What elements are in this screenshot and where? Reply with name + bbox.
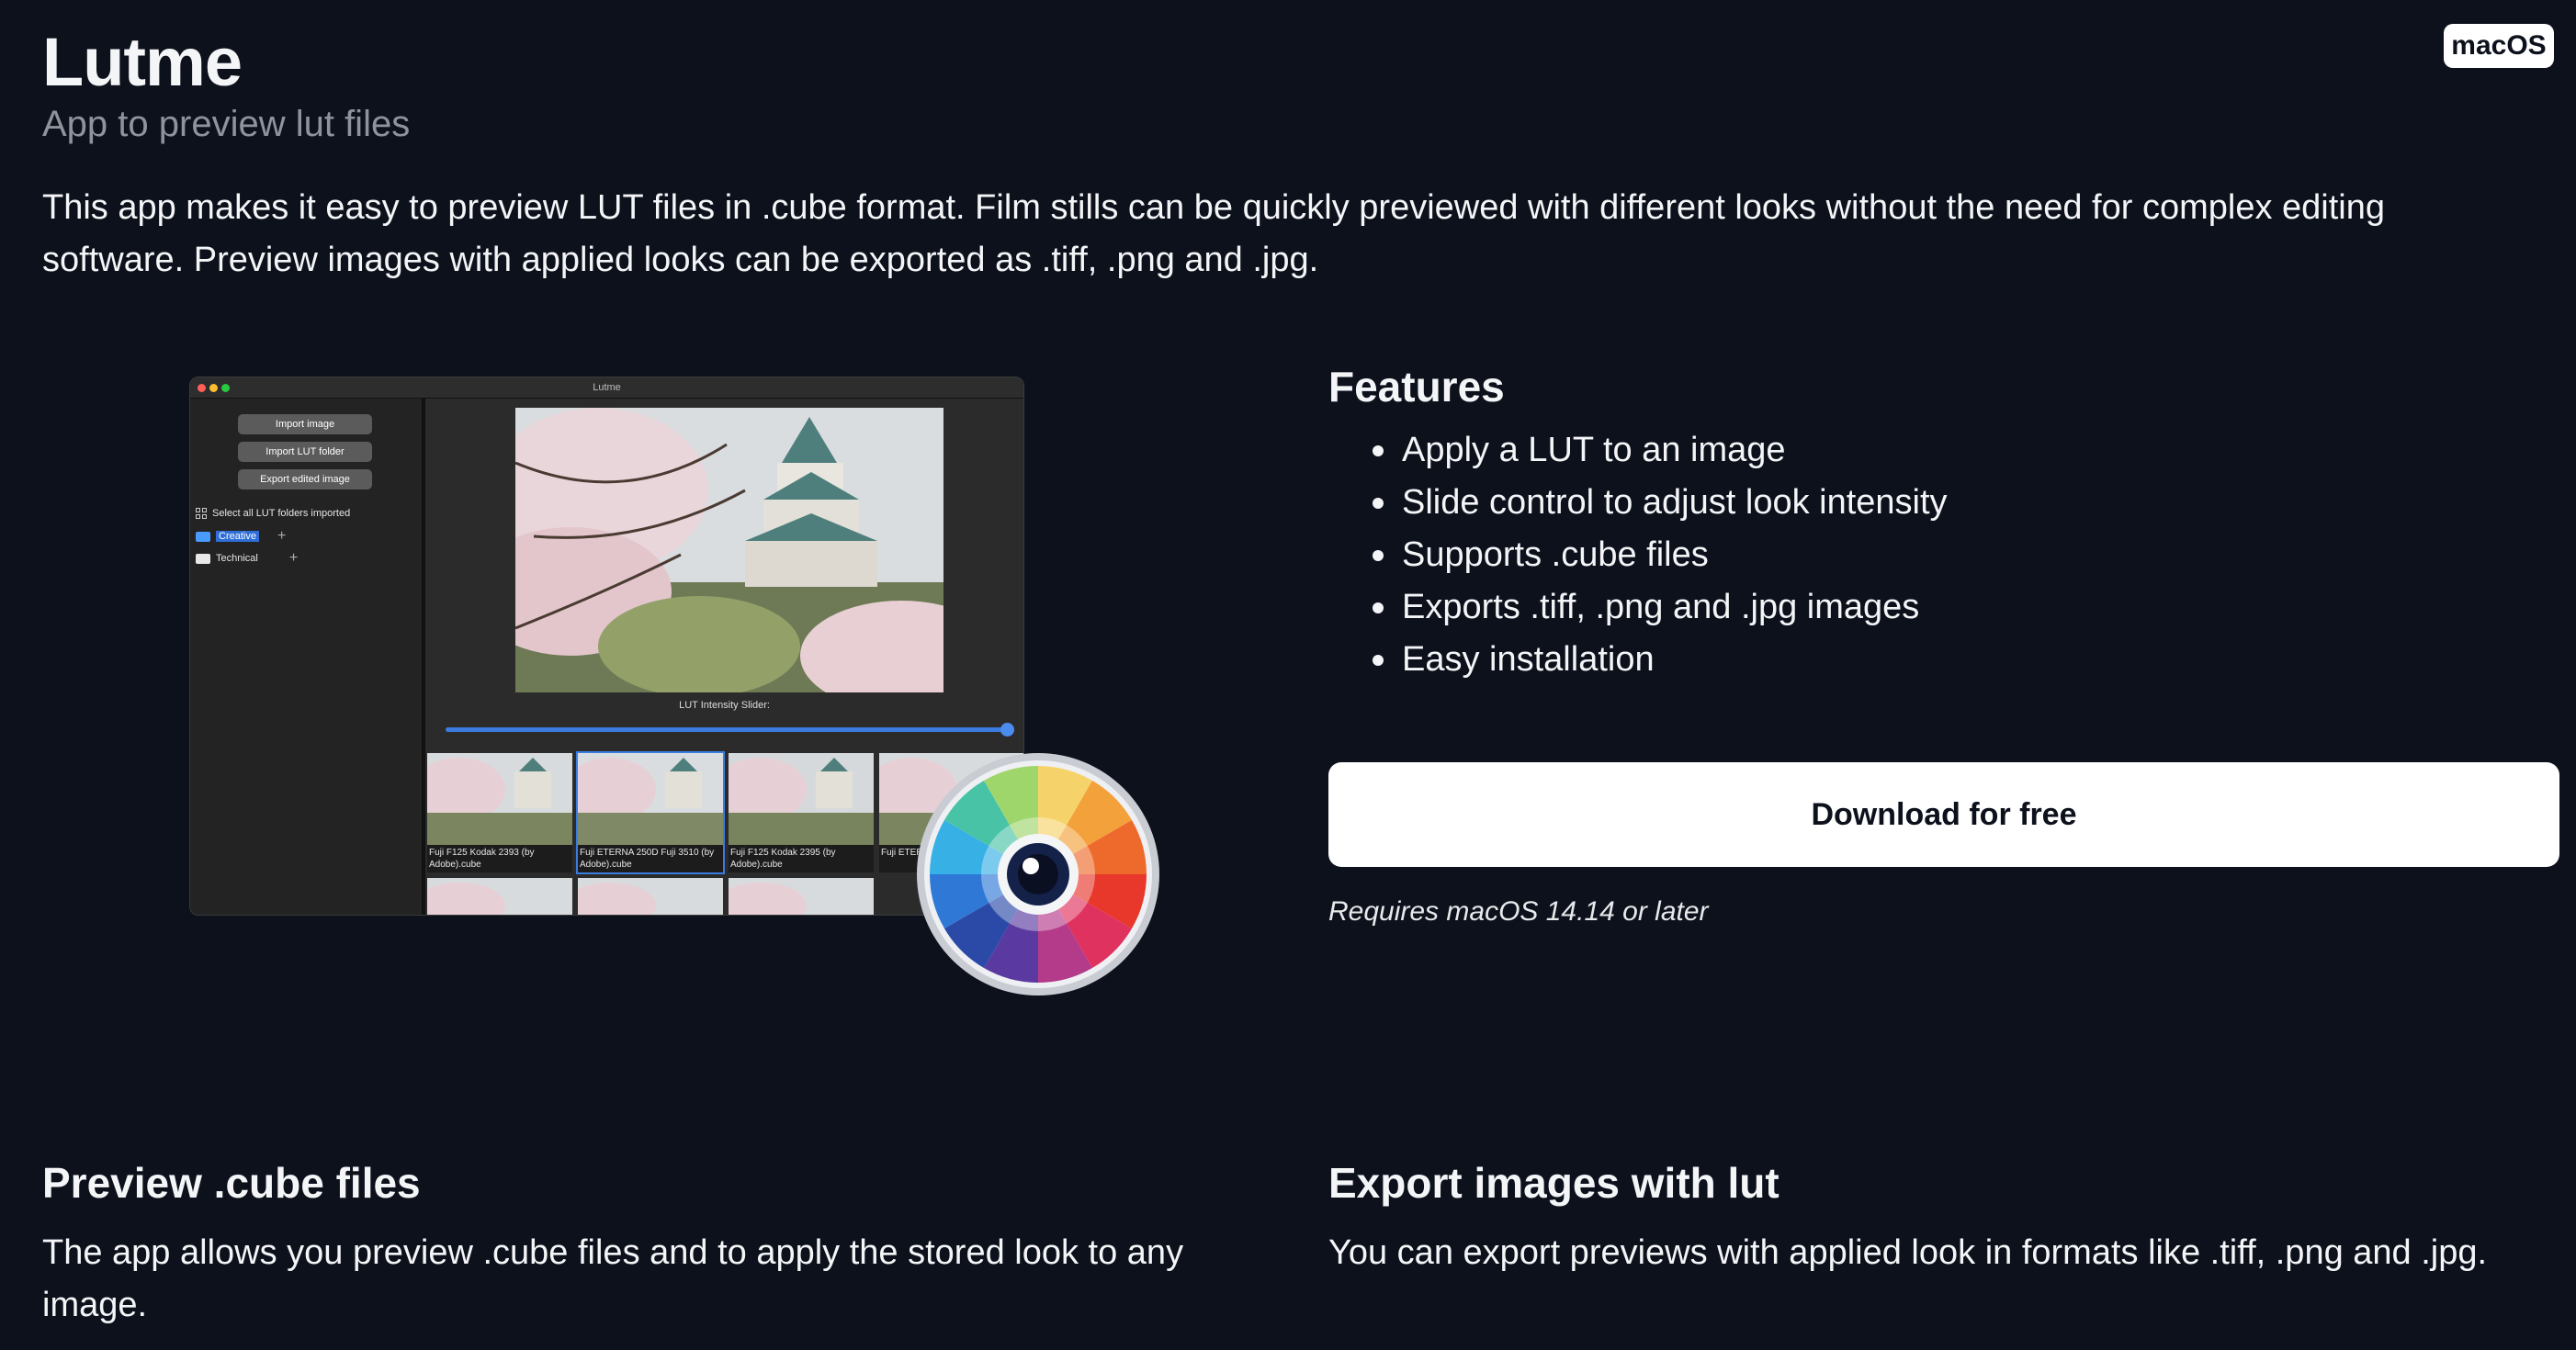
lut-thumbnail: Fuji F125 Kodak 2393 (by Adobe).cube [427, 753, 572, 872]
download-button[interactable]: Download for free [1328, 762, 2559, 867]
features-list: Apply a LUT to an image Slide control to… [1365, 424, 1948, 686]
intensity-slider-track [446, 727, 1011, 732]
platform-badge: macOS [2444, 24, 2554, 68]
select-all-row: Select all LUT folders imported [196, 508, 350, 519]
select-all-label: Select all LUT folders imported [212, 508, 351, 519]
plus-icon: + [277, 528, 287, 544]
app-subtitle: App to preview lut files [42, 104, 411, 144]
folder-row-creative: Creative + [196, 528, 286, 545]
grid-icon [196, 508, 207, 519]
app-sidebar: Import image Import LUT folder Export ed… [190, 399, 425, 915]
section-title-preview: Preview .cube files [42, 1159, 421, 1207]
section-text-export: You can export previews with applied loo… [1328, 1233, 2488, 1272]
lut-thumbnail: Fuji F125 Kodak 2395 (by Adobe).cube [729, 753, 874, 872]
section-text-preview: The app allows you preview .cube files a… [42, 1233, 1184, 1324]
import-image-button: Import image [238, 414, 372, 434]
thumbnail-label: Fuji F125 Kodak 2393 (by Adobe).cube [429, 848, 535, 870]
app-screenshot: Lutme Import image Import LUT folder Exp… [189, 377, 1024, 916]
system-requirement: Requires macOS 14.14 or later [1328, 896, 1709, 927]
folder-icon [196, 553, 210, 564]
app-icon-color-wheel [917, 753, 1159, 996]
lut-thumbnail [427, 878, 572, 915]
folder-label: Technical [216, 553, 258, 564]
plus-icon: + [288, 550, 299, 566]
folder-row-technical: Technical + [196, 550, 298, 567]
minimize-dot-icon [209, 384, 218, 392]
folder-icon [196, 531, 210, 542]
window-titlebar: Lutme [190, 377, 1023, 399]
intro-text: This app makes it easy to preview LUT fi… [42, 188, 2385, 279]
features-title: Features [1328, 363, 1505, 411]
folder-label: Creative [216, 531, 259, 542]
window-title: Lutme [593, 382, 621, 393]
preview-image [515, 408, 943, 692]
app-title: Lutme [42, 24, 243, 100]
close-dot-icon [198, 384, 206, 392]
slider-label: LUT Intensity Slider: [679, 700, 770, 711]
feature-item: Supports .cube files [1365, 529, 1948, 581]
feature-item: Slide control to adjust look intensity [1365, 477, 1948, 529]
thumbnail-label: Fuji F125 Kodak 2395 (by Adobe).cube [730, 848, 836, 870]
thumbnail-label: Fuji ETERNA 250D Fuji 3510 (by Adobe).cu… [580, 848, 715, 870]
export-edited-image-button: Export edited image [238, 469, 372, 489]
lut-thumbnail [729, 878, 874, 915]
intensity-slider-knob [1000, 723, 1014, 737]
lut-thumbnail: Fuji ETERNA 250D Fuji 3510 (by Adobe).cu… [576, 751, 725, 874]
zoom-dot-icon [221, 384, 230, 392]
import-lut-folder-button: Import LUT folder [238, 442, 372, 462]
section-title-export: Export images with lut [1328, 1159, 1779, 1207]
feature-item: Easy installation [1365, 634, 1948, 686]
feature-item: Apply a LUT to an image [1365, 424, 1948, 477]
feature-item: Exports .tiff, .png and .jpg images [1365, 581, 1948, 634]
lut-thumbnail [578, 878, 723, 915]
